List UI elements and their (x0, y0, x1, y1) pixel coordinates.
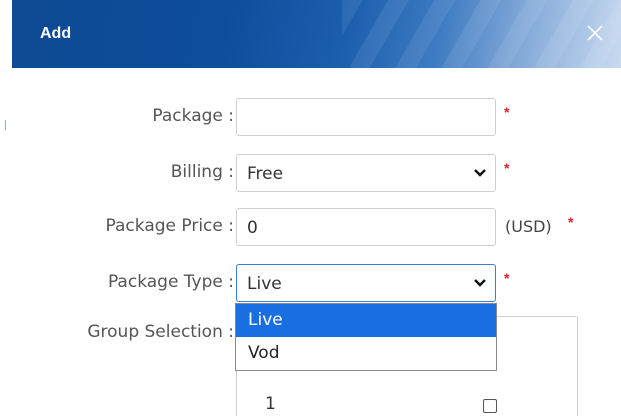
dialog-header: Add (12, 0, 621, 68)
package-type-required-mark: * (504, 270, 510, 286)
billing-select-value: Free (247, 164, 284, 184)
dropdown-option-vod[interactable]: Vod (236, 337, 496, 370)
package-price-label: Package Price : (105, 216, 234, 236)
chevron-down-icon (474, 169, 486, 177)
background-page-edge (0, 0, 12, 416)
billing-select[interactable]: Free (236, 154, 496, 192)
close-icon[interactable] (586, 24, 604, 42)
package-type-select-value: Live (247, 274, 282, 294)
background-divider (5, 120, 6, 130)
package-required-mark: * (504, 104, 510, 120)
package-price-required-mark: * (568, 214, 574, 230)
group-row-name: 1 (265, 394, 276, 414)
chevron-down-icon (474, 279, 486, 287)
dialog-title: Add (40, 25, 72, 42)
package-input[interactable] (236, 98, 496, 136)
package-type-select[interactable]: Live (236, 264, 496, 302)
billing-label: Billing : (170, 162, 234, 182)
package-price-input[interactable]: 0 (236, 208, 496, 246)
package-type-dropdown: Live Vod (235, 303, 497, 371)
group-row-checkbox[interactable] (483, 399, 497, 413)
billing-required-mark: * (504, 160, 510, 176)
package-type-label: Package Type : (107, 272, 234, 292)
package-label: Package : (152, 106, 234, 126)
add-package-dialog: Add Package : * Billing : Free * Package… (12, 0, 621, 416)
package-price-unit: (USD) (505, 217, 552, 236)
group-selection-label: Group Selection : (87, 322, 234, 342)
dropdown-option-live[interactable]: Live (236, 304, 496, 337)
